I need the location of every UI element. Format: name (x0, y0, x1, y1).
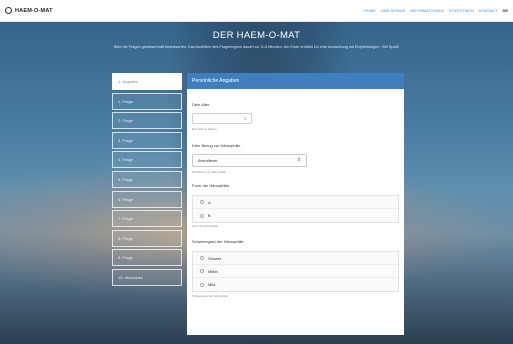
relation-label: Dein Bezug zur Hämophilie (192, 143, 241, 148)
step-item-frage-4[interactable]: 4. Frage (112, 151, 182, 169)
age-help: Dein Alter in Jahren (192, 127, 217, 131)
age-input[interactable]: ⇕ (192, 113, 252, 124)
severity-option-schwer-label: Schwer (208, 255, 222, 261)
step-item-frage-7[interactable]: 7. Frage (112, 210, 182, 228)
form-type-help: Form der Hämophilie (192, 224, 219, 228)
spinner-icon[interactable]: ⇕ (244, 116, 247, 121)
step-item-frage-3[interactable]: 3. Frage (112, 131, 182, 149)
step-item-abschluss[interactable]: 10. Abschluss (112, 268, 182, 286)
severity-radio-group: Schwer Mittel Mild (192, 251, 399, 292)
form-panel: Persönliche Angaben Dein Alter ⇕ Dein Al… (187, 73, 404, 335)
form-type-option-b[interactable]: B (193, 209, 398, 222)
brand-logo[interactable]: HAEM-O-MAT (5, 7, 53, 14)
step-sidebar: 1. Angaben 1. Frage 2. Frage 3. Frage 4.… (112, 73, 182, 286)
step-item-frage-1[interactable]: 1. Frage (112, 92, 182, 110)
page-title: DER HAEM-O-MAT (212, 30, 301, 41)
step-item-frage-5[interactable]: 5. Frage (112, 170, 182, 188)
nav-information-link[interactable]: INFORMATIONEN (410, 8, 443, 13)
severity-help: Schweregrad der Hämophilie (192, 294, 229, 298)
age-label: Dein Alter (192, 102, 210, 107)
step-item-frage-8[interactable]: 8. Frage (112, 229, 182, 247)
severity-option-mittel[interactable]: Mittel (193, 265, 398, 278)
nav-contact-link[interactable]: KONTAKT (479, 8, 498, 13)
severity-option-schwer[interactable]: Schwer (193, 252, 398, 265)
nav-about-link[interactable]: UND SOWAS (381, 8, 406, 13)
radio-schwer[interactable] (200, 256, 204, 260)
relation-value: Betroffener (198, 158, 218, 163)
nav-statistics-link[interactable]: STATISTIKEN (449, 8, 474, 13)
relation-select[interactable]: Betroffener ⇕ (192, 154, 307, 167)
form-type-option-a[interactable]: A (193, 196, 398, 209)
radio-mild[interactable] (200, 282, 204, 287)
step-item-frage-2[interactable]: 2. Frage (112, 112, 182, 130)
form-type-label: Form der Hämophilie (192, 183, 230, 188)
severity-label: Schweregrad der Hämophilie (192, 239, 244, 244)
radio-mittel[interactable] (200, 269, 204, 273)
form-panel-heading: Persönliche Angaben (187, 73, 404, 89)
severity-option-mild[interactable]: Mild (193, 278, 398, 291)
severity-option-mild-label: Mild (208, 282, 216, 287)
brand-name: HAEM-O-MAT (15, 7, 53, 14)
step-item-frage-9[interactable]: 9. Frage (112, 249, 182, 267)
language-switch[interactable]: DE (502, 8, 508, 13)
step-item-angaben[interactable]: 1. Angaben (112, 73, 182, 90)
radio-b[interactable] (200, 213, 204, 218)
form-type-option-b-label: B (208, 213, 211, 218)
severity-option-mittel-label: Mittel (208, 268, 218, 274)
form-type-option-a-label: A (208, 199, 211, 205)
step-item-frage-6[interactable]: 6. Frage (112, 190, 182, 208)
form-type-radio-group: A B (192, 195, 399, 223)
top-navbar: HAEM-O-MAT HOME UND SOWAS INFORMATIONEN … (0, 0, 513, 22)
radio-a[interactable] (200, 200, 204, 204)
page-subtitle: Bitte die Fragen gewissenhaft beantworte… (113, 45, 400, 49)
main-nav: HOME UND SOWAS INFORMATIONEN STATISTIKEN… (364, 8, 508, 13)
nav-home-link[interactable]: HOME (364, 8, 376, 13)
logo-icon (5, 7, 12, 14)
chevron-updown-icon: ⇕ (296, 157, 301, 163)
relation-help: Dein Bezug zur Hämophilie (192, 170, 226, 174)
